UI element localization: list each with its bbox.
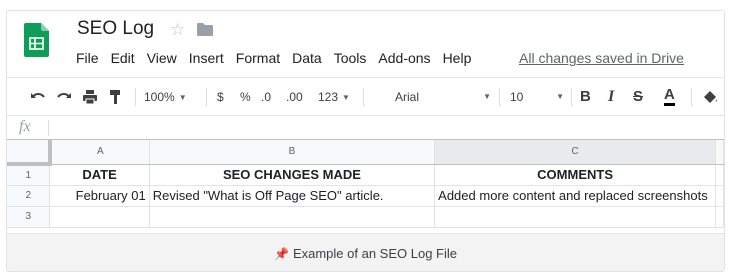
cell-a2[interactable]: February 01 — [49, 185, 150, 207]
font-size-select[interactable]: 10 ▼ — [510, 87, 564, 107]
sheet-table: A B C 1 DATE SEO CHANGES MADE COMMENTS 2… — [7, 140, 724, 228]
fx-icon: fx — [19, 118, 31, 135]
increase-decimal-label: .00 — [286, 90, 303, 104]
cell-b2[interactable]: Revised "What is Off Page SEO" article. — [149, 185, 436, 207]
cell-b3[interactable] — [149, 206, 436, 228]
toolbar-divider — [135, 88, 136, 106]
strikethrough-button[interactable]: S — [633, 87, 643, 107]
formula-bar: fx — [7, 115, 724, 139]
save-status-link[interactable]: All changes saved in Drive — [519, 50, 684, 66]
title-bar: SEO Log ☆ File Edit View Insert Format D… — [7, 11, 724, 71]
folder-icon[interactable] — [197, 23, 213, 36]
toolbar: 100% ▼ $ % .0 .00 123 ▼ Arial ▼ 10 ▼ B I S A — [7, 77, 724, 115]
pushpin-icon: 📌 — [274, 246, 289, 261]
font-family-select[interactable]: Arial ▼ — [395, 87, 491, 107]
redo-icon[interactable] — [55, 87, 73, 107]
star-icon[interactable]: ☆ — [170, 20, 185, 40]
decrease-decimal-button[interactable]: .0 — [261, 87, 271, 107]
figure-caption: 📌 Example of an SEO Log File — [7, 233, 724, 271]
zoom-select[interactable]: 100% ▼ — [144, 87, 187, 107]
row-header[interactable]: 2 — [7, 185, 51, 207]
chevron-down-icon: ▼ — [342, 92, 350, 102]
google-sheets-logo[interactable] — [24, 23, 49, 57]
table-row: 1 DATE SEO CHANGES MADE COMMENTS — [7, 164, 724, 186]
cell-a3[interactable] — [49, 206, 150, 228]
menu-tools[interactable]: Tools — [334, 50, 367, 68]
cell-filler — [715, 206, 724, 228]
column-header-filler — [715, 140, 724, 165]
formula-divider — [48, 120, 49, 136]
format-percent-button[interactable]: % — [240, 87, 251, 107]
spreadsheet-window: SEO Log ☆ File Edit View Insert Format D… — [6, 10, 725, 272]
table-row: 2 February 01 Revised "What is Off Page … — [7, 185, 724, 207]
cell-filler — [715, 185, 724, 207]
toolbar-divider — [691, 88, 692, 106]
menu-insert[interactable]: Insert — [189, 50, 224, 68]
document-title[interactable]: SEO Log — [77, 18, 154, 40]
cell-filler — [715, 164, 724, 186]
menu-data[interactable]: Data — [292, 50, 322, 68]
chevron-down-icon: ▼ — [556, 92, 564, 101]
menu-edit[interactable]: Edit — [111, 50, 135, 68]
menu-add-ons[interactable]: Add-ons — [378, 50, 430, 68]
row-header[interactable]: 3 — [7, 206, 51, 228]
bold-button[interactable]: B — [580, 87, 591, 107]
row-header[interactable]: 1 — [7, 164, 51, 186]
column-header-a[interactable]: A — [49, 140, 150, 165]
decrease-decimal-label: .0 — [261, 90, 272, 104]
sheet-grid: A B C 1 DATE SEO CHANGES MADE COMMENTS 2… — [7, 139, 724, 228]
menu-view[interactable]: View — [147, 50, 177, 68]
cell-c3[interactable] — [434, 206, 716, 228]
chevron-down-icon: ▼ — [483, 92, 491, 101]
cell-c2[interactable]: Added more content and replaced screensh… — [434, 185, 716, 207]
chevron-down-icon: ▼ — [178, 92, 187, 102]
cell-a1[interactable]: DATE — [49, 164, 150, 186]
table-row: 3 — [7, 206, 724, 228]
font-family-value: Arial — [395, 90, 420, 104]
column-header-c[interactable]: C — [434, 140, 716, 165]
more-formats-select[interactable]: 123 ▼ — [318, 87, 350, 107]
toolbar-divider — [571, 88, 572, 106]
font-size-value: 10 — [510, 90, 524, 104]
toolbar-divider — [363, 88, 364, 106]
menu-file[interactable]: File — [76, 50, 99, 68]
select-all-corner[interactable] — [7, 140, 52, 166]
paint-bucket-icon[interactable] — [701, 87, 719, 107]
column-header-b[interactable]: B — [149, 140, 436, 165]
print-icon[interactable] — [81, 87, 99, 107]
paint-format-icon[interactable] — [107, 87, 123, 107]
undo-icon[interactable] — [29, 87, 47, 107]
more-formats-label: 123 — [318, 90, 339, 104]
menu-format[interactable]: Format — [236, 50, 280, 68]
cell-b1[interactable]: SEO CHANGES MADE — [149, 164, 436, 186]
menu-bar: File Edit View Insert Format Data Tools … — [76, 50, 483, 68]
menu-help[interactable]: Help — [443, 50, 472, 68]
increase-decimal-button[interactable]: .00 — [286, 87, 303, 107]
text-color-button[interactable]: A — [664, 87, 675, 106]
caption-text: Example of an SEO Log File — [292, 246, 457, 261]
toolbar-divider — [206, 88, 207, 106]
italic-button[interactable]: I — [608, 87, 614, 107]
format-currency-button[interactable]: $ — [217, 87, 224, 107]
toolbar-divider — [499, 88, 500, 106]
cell-c1[interactable]: COMMENTS — [434, 164, 716, 186]
zoom-value: 100% — [144, 90, 175, 104]
